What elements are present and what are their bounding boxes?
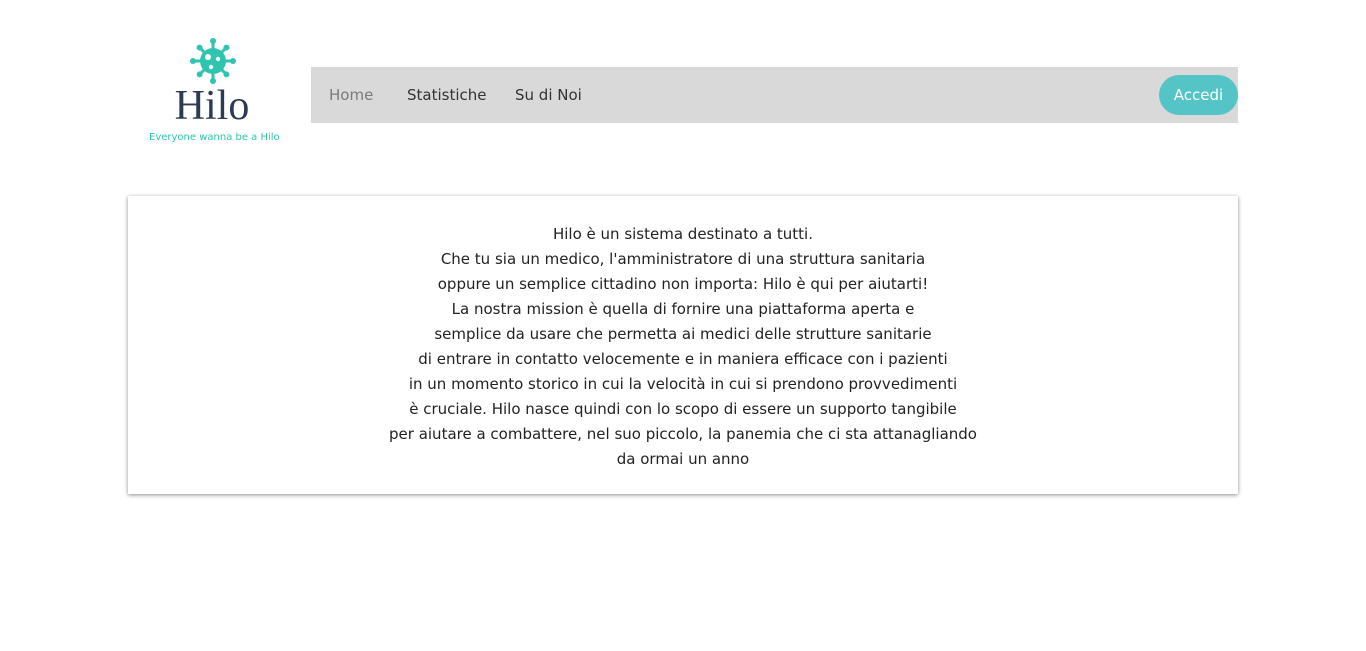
- about-text-line: semplice da usare che permetta ai medici…: [434, 325, 932, 343]
- virus-icon: [190, 38, 236, 84]
- about-text: Hilo è un sistema destinato a tutti. Che…: [128, 222, 1238, 472]
- about-text-line: da ormai un anno: [616, 450, 750, 468]
- about-text-line: per aiutare a combattere, nel suo piccol…: [389, 425, 977, 443]
- about-text-line: Che tu sia un medico, l'amministratore d…: [440, 250, 926, 268]
- about-text-line: di entrare in contatto velocemente e in …: [418, 350, 948, 368]
- nav-item-home[interactable]: Home: [329, 85, 373, 105]
- about-text-line: Hilo è un sistema destinato a tutti.: [552, 225, 813, 243]
- logo-wordmark: Hilo: [174, 83, 250, 129]
- about-text-line: La nostra mission è quella di fornire un…: [451, 300, 915, 318]
- nav-item-su-di-noi[interactable]: Su di Noi: [515, 85, 582, 105]
- nav-item-statistiche[interactable]: Statistiche: [407, 85, 487, 105]
- login-button[interactable]: Accedi: [1159, 75, 1238, 115]
- site-logo[interactable]: Hilo Everyone wanna be a Hilo: [146, 36, 292, 148]
- main-navbar: Home Statistiche Su di Noi Accedi: [311, 67, 1238, 123]
- about-text-line: è cruciale. Hilo nasce quindi con lo sco…: [409, 400, 957, 418]
- about-text-line: oppure un semplice cittadino non importa…: [437, 275, 929, 293]
- about-card: Hilo è un sistema destinato a tutti. Che…: [128, 196, 1238, 494]
- logo-tagline: Everyone wanna be a Hilo: [149, 132, 280, 143]
- about-text-line: in un momento storico in cui la velocità…: [408, 375, 958, 393]
